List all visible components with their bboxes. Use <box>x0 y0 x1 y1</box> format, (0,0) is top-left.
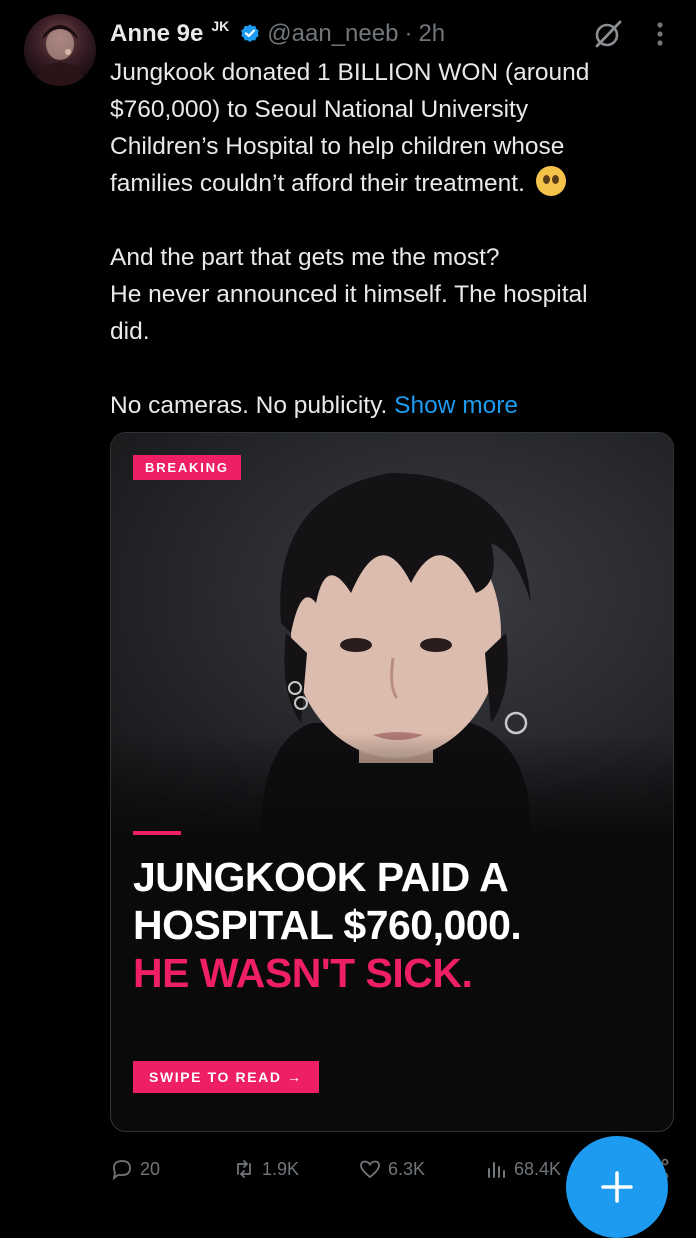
tweet-line-text: No cameras. No publicity. <box>110 392 388 419</box>
media-card[interactable]: BREAKING JUNGKOOK PAID A HOSPITAL $760,0… <box>110 432 674 1132</box>
repost-button[interactable]: 1.9K <box>232 1157 299 1181</box>
show-more-link[interactable]: Show more <box>394 392 518 419</box>
reply-icon <box>112 1160 131 1181</box>
reply-button[interactable]: 20 <box>110 1157 160 1181</box>
tweet-line: Children’s Hospital to help children who… <box>110 133 565 160</box>
compose-plus-icon <box>601 1171 633 1203</box>
tweet-text: Jungkook donated 1 BILLION WON (around $… <box>110 54 670 424</box>
author-name[interactable]: Anne 9e <box>110 20 203 48</box>
repost-count: 1.9K <box>262 1158 300 1179</box>
compose-button[interactable] <box>566 1136 668 1238</box>
tweet-header: Anne 9e JK @aan_neeb · 2h <box>110 18 445 50</box>
author-handle[interactable]: @aan_neeb <box>267 20 398 48</box>
card-photo <box>111 433 673 843</box>
like-button[interactable]: 6.3K <box>358 1157 425 1181</box>
tweet-time[interactable]: 2h <box>418 20 445 48</box>
tweet-line: And the part that gets me the most? <box>110 244 500 271</box>
pleading-face-icon <box>535 166 566 196</box>
tweet-line: $760,000) to Seoul National University <box>110 96 529 123</box>
card-headline: JUNGKOOK PAID A HOSPITAL $760,000. HE WA… <box>133 853 653 997</box>
tweet-line: Jungkook donated 1 BILLION WON (around <box>110 59 590 86</box>
repost-icon <box>237 1160 251 1178</box>
headline-line: JUNGKOOK PAID A <box>133 854 509 900</box>
headline-line: HOSPITAL $760,000. <box>133 902 522 948</box>
like-count: 6.3K <box>388 1158 426 1179</box>
views-count: 68.4K <box>514 1158 562 1179</box>
verified-icon <box>241 24 259 42</box>
headline-accent-rule <box>133 831 181 835</box>
views-icon <box>488 1162 505 1178</box>
separator-dot: · <box>404 20 413 47</box>
tweet-line: He never announced it himself. The hospi… <box>110 281 588 308</box>
tweet-line: did. <box>110 318 150 345</box>
author-name-superscript: JK <box>211 18 230 34</box>
headline-line-highlight: HE WASN'T SICK. <box>133 950 473 996</box>
more-icon[interactable] <box>650 20 670 48</box>
tweet-line: families couldn’t afford their treatment… <box>110 165 670 202</box>
reply-count: 20 <box>140 1158 161 1179</box>
avatar[interactable] <box>24 14 96 86</box>
views-button[interactable]: 68.4K <box>484 1157 561 1181</box>
breaking-badge: BREAKING <box>133 455 241 480</box>
tweet-line: No cameras. No publicity. Show more <box>110 387 670 424</box>
like-icon <box>360 1160 380 1179</box>
grok-icon[interactable] <box>592 18 624 50</box>
tweet-line-text: families couldn’t afford their treatment… <box>110 170 525 197</box>
swipe-to-read-button[interactable]: SWIPE TO READ → <box>133 1061 319 1093</box>
